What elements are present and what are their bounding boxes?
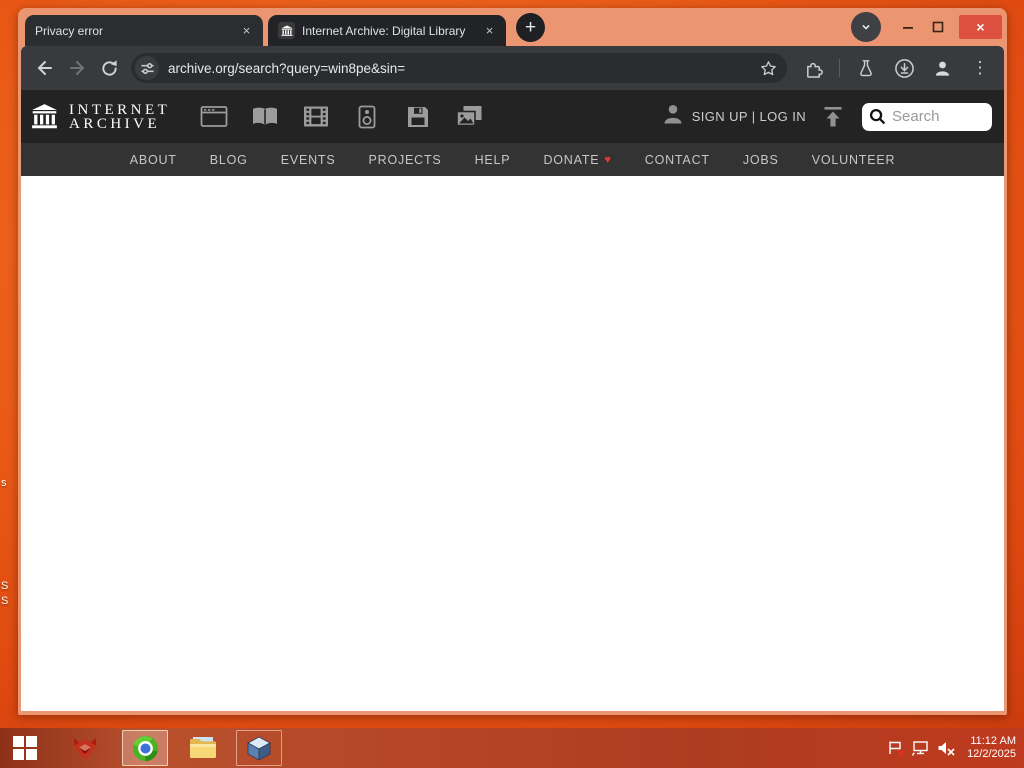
- video-icon[interactable]: [302, 104, 330, 130]
- page-viewport: INTERNET ARCHIVE SIGN UP | LOG IN Search…: [21, 90, 1004, 711]
- close-window-button[interactable]: ×: [959, 15, 1002, 39]
- nav-volunteer[interactable]: VOLUNTEER: [812, 153, 896, 167]
- nav-donate[interactable]: DONATE ♥: [543, 153, 611, 167]
- site-settings-tune-icon[interactable]: [135, 56, 159, 80]
- nav-help[interactable]: HELP: [475, 153, 511, 167]
- taskbar: 11:12 AM 12/2/2025: [0, 728, 1024, 768]
- start-button[interactable]: [4, 728, 46, 768]
- media-type-icons: [200, 104, 483, 130]
- reload-button[interactable]: [93, 52, 125, 84]
- browser-menu-icon[interactable]: ⋮: [964, 52, 996, 84]
- tab-title: Internet Archive: Digital Library: [302, 23, 466, 38]
- search-icon: [869, 108, 886, 125]
- address-bar[interactable]: archive.org/search?query=win8pe&sin=: [131, 53, 787, 83]
- web-icon[interactable]: [200, 104, 228, 130]
- nav-about[interactable]: ABOUT: [130, 153, 177, 167]
- tab-title: Privacy error: [35, 23, 104, 38]
- images-icon[interactable]: [455, 104, 483, 130]
- audio-icon[interactable]: [353, 104, 381, 130]
- browser-profile-icon[interactable]: [926, 52, 958, 84]
- toolbar-separator: [839, 59, 840, 77]
- volume-muted-icon[interactable]: [936, 739, 955, 757]
- toolbar-action-icons: ⋮: [797, 52, 996, 84]
- experiments-flask-icon[interactable]: [850, 52, 882, 84]
- internet-archive-header: INTERNET ARCHIVE SIGN UP | LOG IN Search: [21, 90, 1004, 143]
- window-controls: ×: [851, 8, 1002, 46]
- taskbar-clock[interactable]: 11:12 AM 12/2/2025: [967, 735, 1016, 761]
- tab-close-icon[interactable]: ×: [481, 22, 498, 39]
- nav-blog[interactable]: BLOG: [210, 153, 248, 167]
- error-x-badge: [897, 749, 905, 757]
- desktop-icon-label-fragment: s: [1, 477, 7, 489]
- bookmark-star-icon[interactable]: [755, 55, 781, 81]
- upload-icon[interactable]: [820, 105, 846, 129]
- action-center-flag-icon[interactable]: [886, 739, 905, 757]
- page-blank-content: [21, 176, 1004, 711]
- nav-contact[interactable]: CONTACT: [645, 153, 710, 167]
- file-explorer-icon[interactable]: [182, 728, 224, 768]
- minimize-button[interactable]: [893, 12, 923, 42]
- tab-internet-archive[interactable]: Internet Archive: Digital Library ×: [268, 15, 506, 46]
- virtualbox-icon[interactable]: [236, 730, 282, 766]
- internet-archive-logo[interactable]: [29, 101, 59, 133]
- red-fox-app-icon[interactable]: [64, 728, 106, 768]
- mute-x-badge: [947, 748, 955, 756]
- search-input[interactable]: [892, 108, 980, 125]
- maximize-button[interactable]: [923, 12, 953, 42]
- browser-taskbar-icon-active[interactable]: [122, 730, 168, 766]
- tab-search-chevron-icon[interactable]: [851, 12, 881, 42]
- internet-archive-nav: ABOUT BLOG EVENTS PROJECTS HELP DONATE ♥ …: [21, 143, 1004, 176]
- user-person-icon[interactable]: [662, 103, 684, 130]
- site-search-box[interactable]: [862, 102, 992, 131]
- browser-window: Privacy error × Internet Archive: Digita…: [18, 8, 1007, 715]
- new-tab-button[interactable]: +: [516, 13, 545, 42]
- clock-date: 12/2/2025: [967, 748, 1016, 760]
- system-tray: 11:12 AM 12/2/2025: [886, 735, 1024, 761]
- tab-privacy-error[interactable]: Privacy error ×: [25, 15, 263, 46]
- downloads-icon[interactable]: [888, 52, 920, 84]
- network-status-icon[interactable]: [911, 739, 929, 757]
- tab-strip: Privacy error × Internet Archive: Digita…: [21, 8, 1004, 46]
- desktop-icon-label-fragment: S: [1, 595, 9, 607]
- browser-toolbar: archive.org/search?query=win8pe&sin= ⋮: [21, 46, 1004, 90]
- internet-archive-wordmark[interactable]: INTERNET ARCHIVE: [69, 102, 170, 131]
- nav-events[interactable]: EVENTS: [281, 153, 336, 167]
- url-text[interactable]: archive.org/search?query=win8pe&sin=: [168, 61, 755, 76]
- back-button[interactable]: [29, 52, 61, 84]
- forward-button[interactable]: [61, 52, 93, 84]
- texts-icon[interactable]: [251, 104, 279, 130]
- internet-archive-favicon: [278, 22, 295, 39]
- nav-projects[interactable]: PROJECTS: [369, 153, 442, 167]
- header-right-group: SIGN UP | LOG IN: [662, 102, 992, 131]
- desktop-icon-label-fragment: S: [1, 580, 9, 592]
- extensions-puzzle-icon[interactable]: [797, 52, 829, 84]
- signup-login-link[interactable]: SIGN UP | LOG IN: [692, 109, 806, 124]
- heart-icon: ♥: [604, 153, 612, 166]
- nav-jobs[interactable]: JOBS: [743, 153, 779, 167]
- clock-time: 11:12 AM: [970, 735, 1016, 747]
- tab-close-icon[interactable]: ×: [238, 22, 255, 39]
- software-icon[interactable]: [404, 104, 432, 130]
